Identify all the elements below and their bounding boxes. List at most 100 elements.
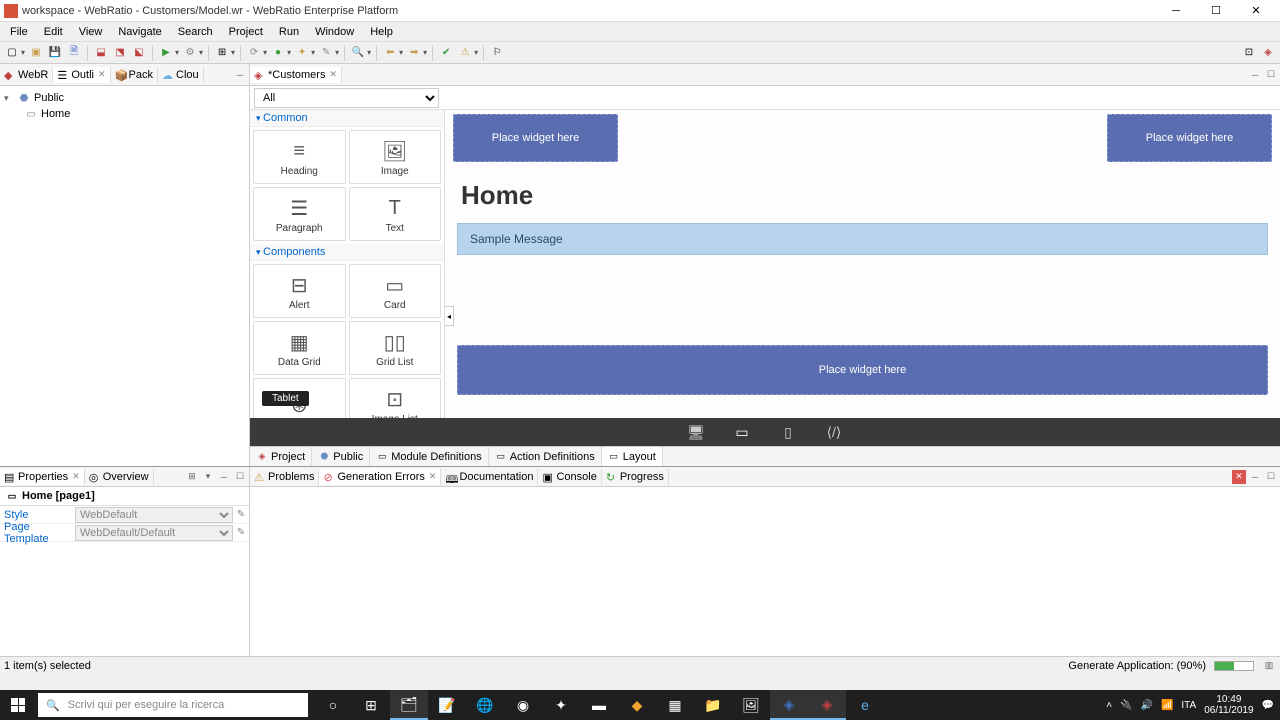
menu-project[interactable]: Project (221, 24, 271, 40)
grid-icon[interactable]: ⊞ (214, 45, 230, 61)
edit-icon[interactable]: ✎ (233, 527, 249, 538)
sample-message[interactable]: Sample Message (457, 223, 1268, 255)
tab-outline[interactable]: ☰Outli✕ (53, 67, 110, 83)
taskview-icon[interactable]: ⊞ (352, 690, 390, 720)
edit-icon[interactable]: ✎ (233, 509, 249, 520)
run-icon[interactable]: ▶ (158, 45, 174, 61)
flag-icon[interactable]: ⚐ (489, 45, 505, 61)
subtab-layout[interactable]: ▭Layout (602, 447, 663, 466)
min-editor-icon[interactable]: ─ (1248, 68, 1262, 82)
categorize-icon[interactable]: ⊞ (185, 470, 199, 484)
start-button[interactable] (0, 690, 36, 720)
alpha-sort-icon[interactable]: ▾ (201, 470, 215, 484)
editor-tab-customers[interactable]: ◈ *Customers ✕ (250, 67, 342, 83)
task-notes-icon[interactable]: 📝 (428, 690, 466, 720)
min-bottom-icon[interactable]: ─ (1248, 470, 1262, 484)
tray-wifi-icon[interactable]: 📶 (1161, 700, 1173, 711)
cortana-icon[interactable]: ○ (314, 690, 352, 720)
design-canvas[interactable]: ◂ Place widget here Place widget here Ho… (445, 110, 1280, 418)
minimize-view-icon[interactable]: ─ (233, 68, 247, 82)
clear-errors-icon[interactable]: ✕ (1232, 470, 1246, 484)
drop-zone-header-right[interactable]: Place widget here (1107, 114, 1272, 162)
menu-help[interactable]: Help (362, 24, 401, 40)
magic-icon[interactable]: ✎ (318, 45, 334, 61)
palette-iconlist[interactable]: ⊛ Tablet (253, 378, 346, 418)
menu-view[interactable]: View (71, 24, 111, 40)
menu-run[interactable]: Run (271, 24, 307, 40)
check-icon[interactable]: ✔ (438, 45, 454, 61)
minimize-button[interactable]: ─ (1156, 1, 1196, 21)
subtab-public[interactable]: ⬣Public (312, 447, 370, 466)
tab-generrors[interactable]: ⊘Generation Errors✕ (319, 469, 441, 485)
code-view-icon[interactable]: ⟨/⟩ (823, 423, 845, 441)
subtab-module[interactable]: ▭Module Definitions (370, 447, 489, 466)
task-app5-icon[interactable]: 🖼 (732, 690, 770, 720)
taskbar-search[interactable]: 🔍 Scrivi qui per eseguire la ricerca (38, 693, 308, 717)
palette-card[interactable]: ▭Card (349, 264, 442, 318)
webratio-persp-icon[interactable]: ◈ (1260, 45, 1276, 61)
model-icon[interactable]: ⬔ (112, 45, 128, 61)
palette-paragraph[interactable]: ☰Paragraph (253, 187, 346, 241)
maximize-button[interactable]: ☐ (1196, 1, 1236, 21)
tab-documentation[interactable]: 🕮Documentation (441, 469, 538, 485)
tray-up-icon[interactable]: ˄ (1106, 700, 1112, 711)
back-icon[interactable]: ⬅ (382, 45, 398, 61)
min-props-icon[interactable]: ─ (217, 470, 231, 484)
mobile-view-icon[interactable]: ▯ (777, 423, 799, 441)
prop-style-select[interactable]: WebDefault (75, 507, 233, 523)
diagram-icon[interactable]: ⬕ (131, 45, 147, 61)
section-components[interactable]: Components (250, 244, 444, 261)
tray-power-icon[interactable]: 🔌 (1120, 700, 1132, 711)
palette-text[interactable]: TText (349, 187, 442, 241)
save-all-icon[interactable]: 🗎 (66, 45, 82, 61)
status-icon[interactable]: ▥ (1262, 659, 1276, 673)
task-chrome-icon[interactable]: ◉ (504, 690, 542, 720)
menu-file[interactable]: File (2, 24, 36, 40)
tab-console[interactable]: ▣Console (538, 469, 601, 485)
close-button[interactable]: ✕ (1236, 1, 1276, 21)
tray-notif-icon[interactable]: 💬 (1262, 700, 1274, 711)
max-props-icon[interactable]: ☐ (233, 470, 247, 484)
palette-heading[interactable]: ≡Heading (253, 130, 346, 184)
task-app4-icon[interactable]: ▦ (656, 690, 694, 720)
tab-pack[interactable]: 📦Pack (111, 67, 158, 83)
new-icon[interactable]: ▢ (4, 45, 20, 61)
palette-gridlist[interactable]: ▯▯Grid List (349, 321, 442, 375)
max-editor-icon[interactable]: ☐ (1264, 68, 1278, 82)
palette-imagelist[interactable]: ⊡Image List (349, 378, 442, 418)
palette-filter[interactable]: All (254, 88, 439, 108)
play-icon[interactable]: ● (270, 45, 286, 61)
palette-datagrid[interactable]: ▦Data Grid (253, 321, 346, 375)
task-browser-icon[interactable]: 🌐 (466, 690, 504, 720)
tab-progress[interactable]: ↻Progress (602, 469, 669, 485)
expand-icon[interactable]: ▾ (4, 93, 14, 104)
subtab-project[interactable]: ◈Project (250, 447, 312, 466)
task-browser2-icon[interactable]: e (846, 690, 884, 720)
open-icon[interactable]: ▣ (28, 45, 44, 61)
menu-window[interactable]: Window (307, 24, 362, 40)
palette-image[interactable]: 🖼Image (349, 130, 442, 184)
tree-root[interactable]: ▾ ⬣ Public (4, 90, 245, 106)
tab-clou[interactable]: ☁Clou (158, 67, 204, 83)
task-webratio-icon[interactable]: ◈ (808, 690, 846, 720)
menu-edit[interactable]: Edit (36, 24, 71, 40)
max-bottom-icon[interactable]: ☐ (1264, 470, 1278, 484)
save-icon[interactable]: 💾 (47, 45, 63, 61)
perspective-icon[interactable]: ⊡ (1241, 45, 1257, 61)
tray-sound-icon[interactable]: 🔊 (1141, 700, 1153, 711)
tab-overview[interactable]: ◎Overview (85, 469, 154, 485)
webratio-icon[interactable]: ⬓ (93, 45, 109, 61)
close-tab-icon[interactable]: ✕ (329, 69, 337, 80)
task-app6-icon[interactable]: ◈ (770, 690, 808, 720)
desktop-view-icon[interactable]: 🖥 (685, 423, 707, 441)
menu-search[interactable]: Search (170, 24, 221, 40)
tree-child-home[interactable]: ▭ Home (24, 106, 245, 122)
task-app1-icon[interactable]: 🗂 (390, 690, 428, 720)
outline-tree[interactable]: ▾ ⬣ Public ▭ Home (0, 86, 249, 466)
forward-icon[interactable]: ➡ (406, 45, 422, 61)
zoom-icon[interactable]: 🔍 (350, 45, 366, 61)
prop-template-select[interactable]: WebDefault/Default (75, 525, 233, 541)
settings-icon[interactable]: ✦ (294, 45, 310, 61)
task-app2-icon[interactable]: ✦ (542, 690, 580, 720)
tab-webr[interactable]: ◆WebR (0, 67, 53, 83)
